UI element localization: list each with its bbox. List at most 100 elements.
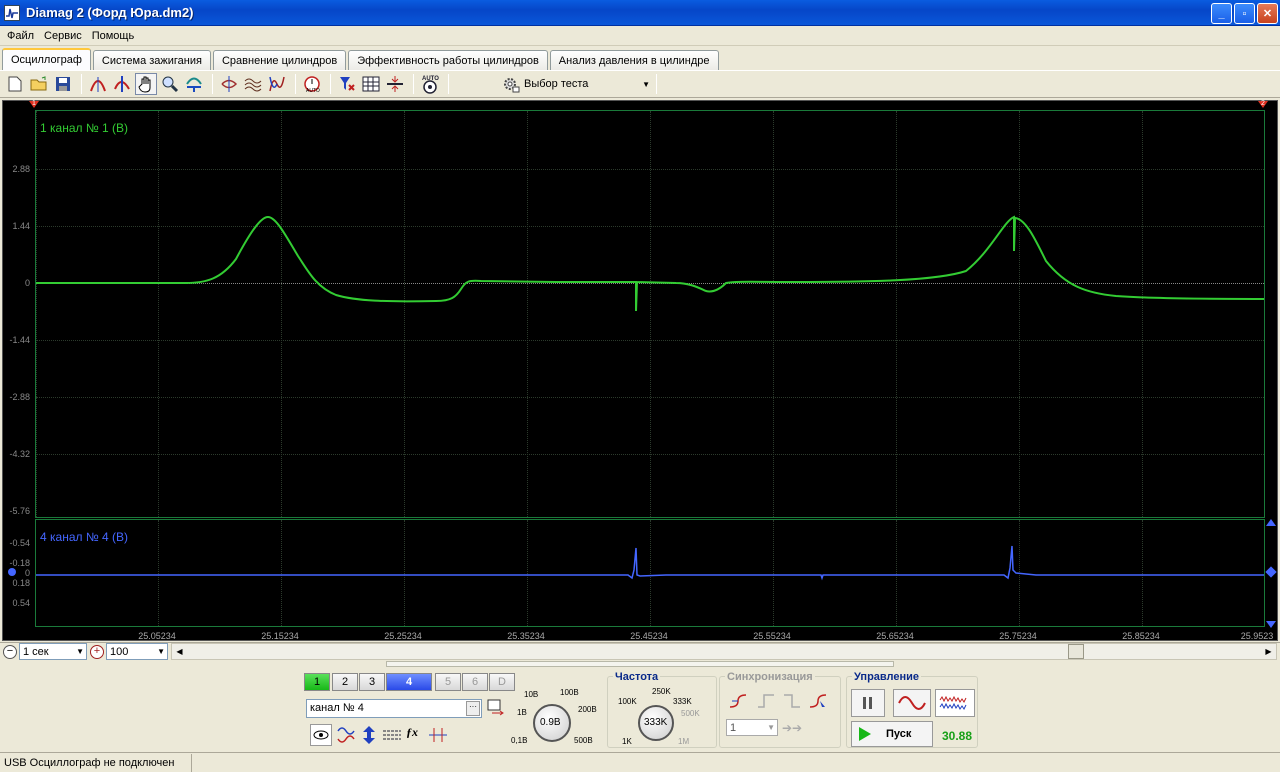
tab-strip: Осциллограф Система зажигания Сравнение …	[0, 48, 721, 70]
scroll-thumb[interactable]	[1068, 644, 1084, 659]
zoom-icon[interactable]	[159, 73, 181, 95]
zoom-value: 100	[110, 645, 129, 658]
status-bar: USB Осциллограф не подключен	[0, 752, 1280, 772]
tab-pressure-analysis[interactable]: Анализ давления в цилиндре	[549, 50, 719, 70]
channel-name-field[interactable]: канал № 4	[306, 699, 482, 718]
browse-button[interactable]: ···	[466, 701, 480, 716]
volt-label: 1В	[517, 708, 527, 717]
grid-icon[interactable]	[360, 73, 382, 95]
spread-icon[interactable]	[218, 73, 240, 95]
test-select-label: Выбор теста	[524, 78, 589, 90]
noise-mode-button[interactable]	[935, 689, 975, 717]
auto-timebase-icon[interactable]: AUTO	[301, 73, 323, 95]
chevron-down-icon: ▼	[76, 647, 84, 656]
toolbar: AUTO AUTO Выбор теста ▼	[0, 70, 1280, 98]
test-select-dropdown[interactable]: Выбор теста ▼	[498, 73, 654, 95]
freq-label: 100K	[618, 697, 637, 706]
volt-label: 0,1В	[511, 736, 528, 745]
sync-group: Синхронизация 1 ▼ ➔➔	[719, 671, 841, 748]
channel-scale-icon[interactable]	[183, 73, 205, 95]
volt-label: 100В	[560, 688, 579, 697]
menu-service[interactable]: Сервис	[39, 30, 87, 42]
lines-icon[interactable]	[382, 725, 402, 748]
wave-stack-icon[interactable]	[266, 73, 288, 95]
chevron-down-icon: ▼	[767, 723, 775, 732]
filter-icon[interactable]	[336, 73, 358, 95]
scroll-left-icon[interactable]: ◀	[172, 644, 187, 659]
channel-1-button[interactable]: 1	[304, 673, 330, 691]
vertical-measure-icon[interactable]	[111, 73, 133, 95]
channel-d-button[interactable]: D	[489, 673, 515, 691]
oscilloscope-display[interactable]: 1 2 1 канал № 1 (В) 2.88 1.44 0 -1.44 -2…	[2, 100, 1278, 641]
wave-overlay-icon[interactable]	[242, 73, 264, 95]
ch1-ytick: -5.76	[9, 506, 30, 516]
scroll-right-icon[interactable]: ▶	[1261, 644, 1276, 659]
splitter[interactable]	[386, 661, 894, 667]
hand-pan-icon[interactable]	[135, 73, 157, 95]
trigger-adjust-icon[interactable]	[428, 725, 448, 748]
channel-5-button[interactable]: 5	[435, 673, 461, 691]
wave-invert-icon[interactable]	[336, 725, 356, 748]
ch4-ytick: 0.54	[12, 598, 30, 608]
timebase-select[interactable]: 1 сек ▼	[19, 643, 87, 660]
tab-oscilloscope[interactable]: Осциллограф	[2, 48, 91, 70]
minimize-button[interactable]: _	[1211, 3, 1232, 24]
ch4-ytick: -0.18	[9, 558, 30, 568]
ch1-ytick: -1.44	[9, 335, 30, 345]
sync-up-edge-icon[interactable]	[756, 691, 776, 714]
zoom-out-icon[interactable]: −	[3, 644, 17, 659]
volt-label: 200В	[578, 705, 597, 714]
timebase-value: 1 сек	[23, 645, 49, 658]
ch1-ytick: 2.88	[12, 164, 30, 174]
function-icon[interactable]: ƒx	[406, 725, 418, 740]
tab-ignition-system[interactable]: Система зажигания	[92, 50, 211, 70]
channel4-trigger-marker[interactable]	[1265, 566, 1277, 578]
eye-icon[interactable]	[310, 724, 332, 746]
menu-help[interactable]: Помощь	[87, 30, 140, 42]
channel4-offset-marker[interactable]	[8, 568, 16, 576]
vertical-shift-icon[interactable]	[360, 725, 378, 748]
channel-settings-icon[interactable]	[486, 698, 506, 721]
sync-arrows-icon[interactable]: ➔➔	[782, 721, 802, 735]
open-folder-icon[interactable]	[28, 73, 50, 95]
close-button[interactable]: ✕	[1257, 3, 1278, 24]
channels-group: 1 2 3 4 5 6 D канал № 4 ··· ƒx	[302, 668, 518, 748]
fps-readout: 30.88	[942, 729, 973, 743]
pause-button[interactable]	[851, 689, 885, 717]
horizontal-split-icon[interactable]	[384, 73, 406, 95]
x-tick: 25.05234	[138, 631, 176, 641]
sync-down-edge-icon[interactable]	[782, 691, 802, 714]
svg-text:AUTO: AUTO	[306, 88, 320, 93]
channel-2-button[interactable]: 2	[332, 673, 358, 691]
freq-label: 1M	[678, 737, 690, 746]
freq-label: 333K	[673, 697, 692, 706]
sine-mode-button[interactable]	[893, 689, 931, 717]
channel-3-button[interactable]: 3	[359, 673, 385, 691]
freq-label: 1K	[622, 737, 632, 746]
channel-4-button[interactable]: 4	[386, 673, 432, 691]
status-cell-empty	[192, 754, 1280, 772]
horizontal-scrollbar[interactable]: ◀ ▶	[171, 643, 1277, 660]
zoom-in-icon[interactable]: +	[90, 644, 104, 659]
chevron-down-icon: ▼	[642, 79, 650, 89]
new-file-icon[interactable]	[4, 73, 26, 95]
auto-icon[interactable]: AUTO	[419, 73, 441, 95]
curve-cursor-icon[interactable]	[87, 73, 109, 95]
ch1-ytick: 0	[24, 278, 30, 288]
x-tick: 25.75234	[999, 631, 1037, 641]
sync-rising-icon[interactable]	[728, 691, 748, 714]
scroll-down-arrow-icon[interactable]	[1266, 621, 1276, 628]
channel-6-button[interactable]: 6	[462, 673, 488, 691]
sync-channel-select[interactable]: 1 ▼	[726, 719, 778, 736]
zoom-select[interactable]: 100 ▼	[106, 643, 168, 660]
tab-cylinder-compare[interactable]: Сравнение цилиндров	[212, 50, 347, 70]
frequency-value: 333K	[644, 717, 668, 728]
sync-auto-icon[interactable]	[808, 691, 828, 714]
maximize-button[interactable]: ▫	[1234, 3, 1255, 24]
menu-file[interactable]: Файл	[2, 30, 39, 42]
start-button[interactable]: Пуск	[851, 721, 933, 747]
tab-cylinder-efficiency[interactable]: Эффективность работы цилиндров	[348, 50, 548, 70]
scroll-up-arrow-icon[interactable]	[1266, 519, 1276, 526]
x-tick: 25.45234	[630, 631, 668, 641]
save-icon[interactable]	[52, 73, 74, 95]
